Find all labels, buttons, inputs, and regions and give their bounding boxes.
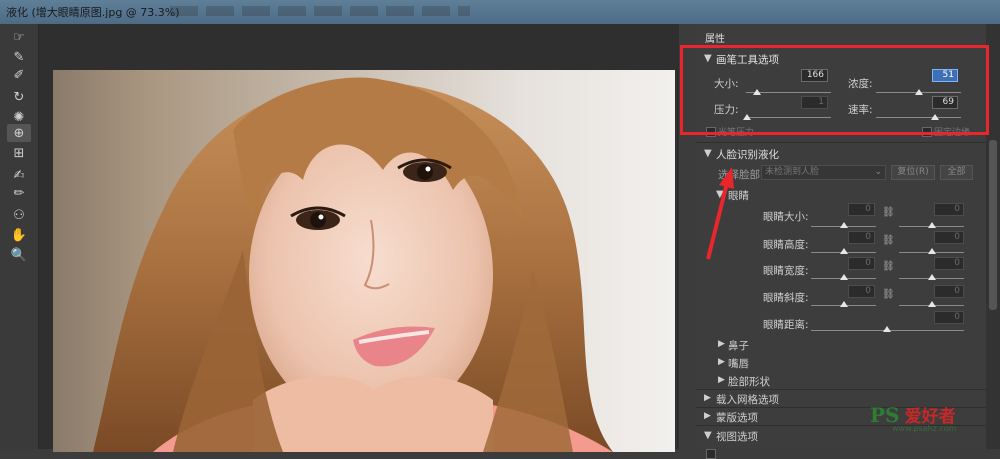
eye-tilt-left-handle[interactable] xyxy=(840,301,848,307)
portrait-image xyxy=(53,70,675,452)
eye-tilt-label: 眼睛斜度: xyxy=(763,292,809,304)
eye-distance-label: 眼睛距离: xyxy=(763,319,809,331)
eye-distance-field[interactable]: 0 xyxy=(934,311,964,324)
face-shape-section[interactable]: 脸部形状 xyxy=(728,374,770,389)
smooth-icon[interactable]: ✐ xyxy=(7,66,31,84)
mouth-section[interactable]: 嘴唇 xyxy=(728,356,749,371)
freeze-mask-icon[interactable]: ✍ xyxy=(7,166,31,184)
highlight-box xyxy=(680,45,989,135)
eye-size-left-handle[interactable] xyxy=(840,222,848,228)
reset-button[interactable]: 复位(R) xyxy=(891,165,935,180)
watermark-url: www.psahz.com xyxy=(892,424,957,433)
all-button[interactable]: 全部 xyxy=(940,165,973,180)
nose-toggle-icon[interactable]: ▶ xyxy=(718,339,725,349)
eye-width-label: 眼睛宽度: xyxy=(763,265,809,277)
eye-height-link-icon[interactable]: ⛓ xyxy=(882,235,895,246)
select-face-value: 未检测到人脸 xyxy=(765,167,820,177)
eye-tilt-left-field[interactable]: 0 xyxy=(848,285,875,298)
eye-width-left-field[interactable]: 0 xyxy=(848,257,875,270)
eye-size-link-icon[interactable]: ⛓ xyxy=(882,207,895,218)
liquify-canvas[interactable] xyxy=(39,24,679,452)
scrollbar-thumb[interactable] xyxy=(989,140,997,310)
title-bar-blur xyxy=(170,6,470,16)
chevron-down-icon: ⌄ xyxy=(874,167,882,177)
watermark: PS 爱好者 www.psahz.com xyxy=(870,402,956,433)
eye-height-right-handle[interactable] xyxy=(928,248,936,254)
eye-size-label: 眼睛大小: xyxy=(763,211,809,223)
eye-height-label: 眼睛高度: xyxy=(763,239,809,251)
eye-size-right-handle[interactable] xyxy=(928,222,936,228)
face-shape-toggle-icon[interactable]: ▶ xyxy=(718,375,725,385)
window-title: 液化 (增大眼睛原图.jpg @ 73.3%) xyxy=(6,6,180,19)
eye-width-link-icon[interactable]: ⛓ xyxy=(882,261,895,272)
eye-tilt-right-handle[interactable] xyxy=(928,301,936,307)
eye-height-right-field[interactable]: 0 xyxy=(934,231,964,244)
view-options-section[interactable]: 视图选项 xyxy=(716,429,758,444)
section-divider xyxy=(696,389,986,390)
zoom-icon[interactable]: 🔍 xyxy=(7,246,31,264)
forward-warp-icon[interactable]: ☞ xyxy=(7,28,31,46)
eye-size-left-field[interactable]: 0 xyxy=(848,203,875,216)
eye-tilt-link-icon[interactable]: ⛓ xyxy=(882,289,895,300)
select-face-dropdown[interactable]: 未检测到人脸 ⌄ xyxy=(761,165,886,180)
view-toggle-icon[interactable]: ▼ xyxy=(704,430,712,441)
liquify-toolbar: ☞ ✎ ✐ ↻ ✺ ⊕ ⊞ ✍ ✏ ⚇ ✋ 🔍 xyxy=(0,24,39,449)
title-bar: 液化 (增大眼睛原图.jpg @ 73.3%) xyxy=(0,0,1000,24)
highlight-arrow xyxy=(706,167,734,260)
eye-tilt-right-field[interactable]: 0 xyxy=(934,285,964,298)
thaw-mask-icon[interactable]: ✏ xyxy=(7,184,31,202)
mask-options-section[interactable]: 蒙版选项 xyxy=(716,410,758,425)
reconstruct-icon[interactable]: ✎ xyxy=(7,48,31,66)
nose-section[interactable]: 鼻子 xyxy=(728,338,749,353)
face-tool-icon[interactable]: ⚇ xyxy=(7,206,31,224)
eye-width-left-handle[interactable] xyxy=(840,274,848,280)
panel-title: 属性 xyxy=(705,34,725,45)
face-section-toggle-icon[interactable]: ▼ xyxy=(704,148,712,159)
view-option-checkbox[interactable] xyxy=(706,449,716,459)
eye-height-left-handle[interactable] xyxy=(840,248,848,254)
eye-width-right-handle[interactable] xyxy=(928,274,936,280)
portrait-illustration xyxy=(53,70,675,452)
bloat-icon[interactable]: ⊕ xyxy=(7,124,31,142)
push-left-icon[interactable]: ⊞ xyxy=(7,144,31,162)
eye-size-right-field[interactable]: 0 xyxy=(934,203,964,216)
load-mesh-options-section[interactable]: 载入网格选项 xyxy=(716,392,779,407)
eye-width-right-field[interactable]: 0 xyxy=(934,257,964,270)
eye-distance-handle[interactable] xyxy=(883,326,891,332)
load-mesh-toggle-icon[interactable]: ▶ xyxy=(704,393,711,403)
twirl-icon[interactable]: ↻ xyxy=(7,88,31,106)
eye-height-left-field[interactable]: 0 xyxy=(848,231,875,244)
mouth-toggle-icon[interactable]: ▶ xyxy=(718,357,725,367)
section-divider xyxy=(696,142,986,143)
mask-toggle-icon[interactable]: ▶ xyxy=(704,411,711,421)
face-aware-liquify-header[interactable]: 人脸识别液化 xyxy=(716,147,779,162)
hand-icon[interactable]: ✋ xyxy=(7,226,31,244)
